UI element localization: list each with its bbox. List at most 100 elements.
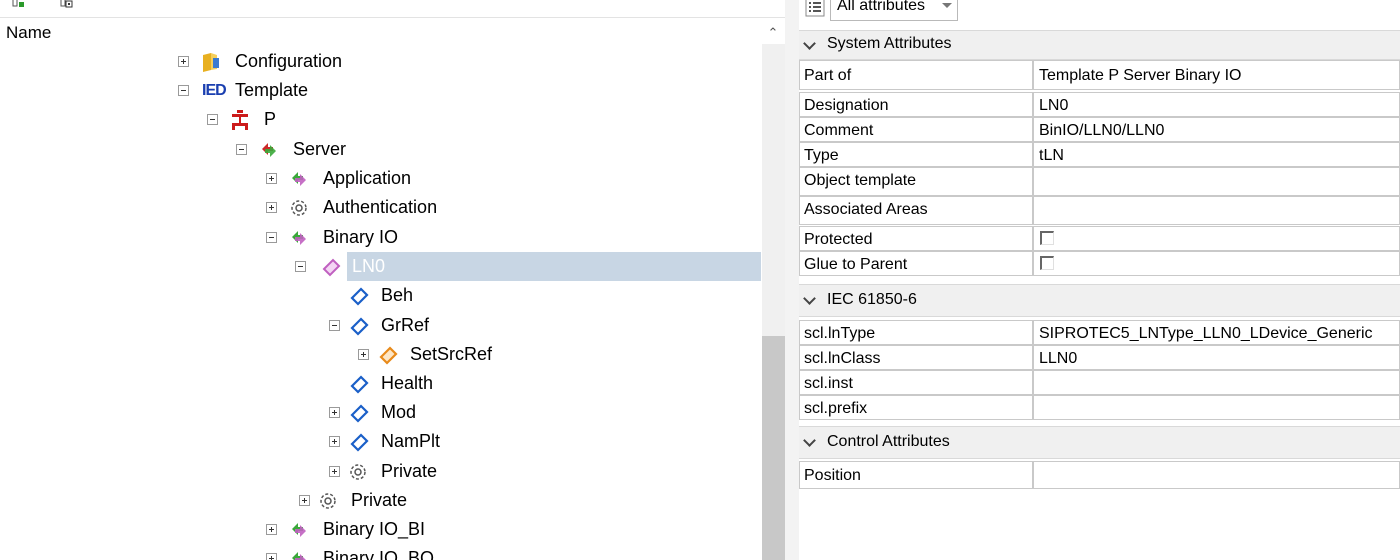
tree-node-beh[interactable]: Beh	[325, 281, 575, 310]
vertical-scrollbar-thumb[interactable]	[762, 336, 785, 560]
tree-node-setsrcref[interactable]: SetSrcRef	[354, 340, 604, 369]
tree-node-ln0[interactable]: LN0	[295, 252, 761, 281]
tree-node-binary-io-bi[interactable]: Binary IO_BI	[266, 515, 516, 544]
logical-device-icon	[292, 523, 306, 537]
tree-node-label: Health	[381, 373, 434, 393]
tree-node-mod[interactable]: Mod	[325, 398, 575, 427]
property-value-scl-inst[interactable]	[1033, 370, 1400, 395]
tree-node-namplt[interactable]: NamPlt	[325, 427, 575, 456]
tree-node-label: Binary IO_BI	[323, 519, 426, 539]
section-control-attributes[interactable]: Control Attributes	[799, 426, 1400, 459]
property-value-comment[interactable]: BinIO/LLN0/LLN0	[1033, 117, 1400, 142]
data-object-icon	[350, 375, 369, 394]
attribute-filter-value: All attributes	[837, 0, 926, 14]
collapse-toggle[interactable]	[207, 114, 218, 125]
property-value-scl-lnclass[interactable]: LLN0	[1033, 345, 1400, 370]
expand-toggle[interactable]	[299, 495, 310, 506]
server-icon	[262, 143, 276, 157]
data-object-icon	[350, 287, 369, 306]
chevron-down-icon	[803, 434, 816, 447]
property-key: Part of	[799, 60, 1033, 90]
property-value-scl-lntype[interactable]: SIPROTEC5_LNType_LLN0_LDevice_Generic	[1033, 320, 1400, 345]
collapse-toggle[interactable]	[329, 320, 340, 331]
property-value-position[interactable]	[1033, 461, 1400, 489]
property-value-type[interactable]: tLN	[1033, 142, 1400, 167]
section-system-attributes[interactable]: System Attributes	[799, 30, 1400, 60]
tree-node-label: Authentication	[323, 197, 438, 217]
section-title: IEC 61850-6	[827, 291, 917, 308]
tree-node-private-binary-io[interactable]: Private	[295, 486, 545, 515]
tree-node-authentication[interactable]: Authentication	[266, 193, 516, 222]
tree-node-binary-io-bo[interactable]: Binary IO_BO	[266, 544, 516, 560]
data-object-icon	[350, 317, 369, 336]
property-value-scl-prefix[interactable]	[1033, 395, 1400, 420]
tree-node-label: SetSrcRef	[410, 344, 493, 364]
selection-highlight	[347, 252, 761, 281]
property-value-protected	[1033, 226, 1400, 251]
property-value-object-template[interactable]	[1033, 167, 1400, 196]
property-key: Associated Areas	[799, 196, 1033, 225]
expand-toggle[interactable]	[266, 553, 277, 560]
tree-node-label: Private	[381, 461, 438, 481]
tree-node-server[interactable]: Server	[236, 135, 486, 164]
property-key: scl.prefix	[799, 395, 1033, 420]
tree-node-label: Binary IO_BO	[323, 548, 435, 560]
logical-device-icon	[292, 231, 306, 245]
tree-node-private-ln0[interactable]: Private	[325, 457, 575, 486]
property-key: scl.lnType	[799, 320, 1033, 345]
property-key: Object template	[799, 167, 1033, 196]
collapse-toggle[interactable]	[295, 261, 306, 272]
chevron-down-icon	[942, 3, 952, 8]
logical-device-icon	[292, 172, 306, 186]
attribute-filter-dropdown[interactable]: All attributes	[830, 0, 958, 21]
tree-node-template[interactable]: IED Template	[178, 76, 478, 105]
expand-toggle[interactable]	[358, 349, 369, 360]
project-tree-pane: Name ⌃ Configuration IED Template P Serv…	[0, 0, 785, 560]
property-value-part-of[interactable]: Template P Server Binary IO	[1033, 60, 1400, 90]
protected-checkbox[interactable]	[1040, 231, 1054, 245]
property-key: scl.inst	[799, 370, 1033, 395]
tree-node-label: Private	[351, 490, 408, 510]
property-value-associated-areas[interactable]	[1033, 196, 1400, 225]
tree-node-application[interactable]: Application	[266, 164, 516, 193]
collapse-all-icon[interactable]	[60, 0, 74, 8]
tree-node-health[interactable]: Health	[325, 369, 575, 398]
property-key: Comment	[799, 117, 1033, 142]
expand-toggle[interactable]	[178, 56, 189, 67]
tree-node-label: Mod	[381, 402, 417, 422]
tree-node-label: Application	[323, 168, 412, 188]
chevron-down-icon	[803, 292, 816, 305]
property-value-designation[interactable]: LN0	[1033, 92, 1400, 117]
collapse-toggle[interactable]	[178, 85, 189, 96]
tree-node-p[interactable]: P	[207, 105, 407, 134]
expand-toggle[interactable]	[266, 524, 277, 535]
glue-to-parent-checkbox[interactable]	[1040, 256, 1054, 270]
property-value-glue-to-parent	[1033, 251, 1400, 276]
expand-toggle[interactable]	[266, 173, 277, 184]
collapse-toggle[interactable]	[236, 144, 247, 155]
collapse-toggle[interactable]	[266, 232, 277, 243]
pane-splitter[interactable]	[785, 0, 799, 560]
expand-toggle[interactable]	[329, 407, 340, 418]
separator-icon	[36, 0, 50, 8]
logical-node-icon	[322, 258, 341, 277]
expand-all-icon[interactable]	[12, 0, 26, 8]
gear-icon	[291, 200, 307, 216]
tree-node-label: Binary IO	[323, 227, 399, 247]
expand-toggle[interactable]	[266, 202, 277, 213]
expand-toggle[interactable]	[329, 436, 340, 447]
scroll-up-button[interactable]: ⌃	[762, 22, 784, 44]
tree-node-label: Template	[235, 80, 309, 100]
tree-node-configuration[interactable]: Configuration	[178, 47, 478, 76]
property-key: Protected	[799, 226, 1033, 251]
chevron-down-icon	[803, 37, 816, 50]
name-column-header[interactable]: Name	[6, 23, 51, 43]
tree-node-binary-io[interactable]: Binary IO	[266, 223, 516, 252]
property-key: Type	[799, 142, 1033, 167]
list-view-icon[interactable]	[805, 0, 825, 17]
tree-node-grref[interactable]: GrRef	[325, 311, 575, 340]
expand-toggle[interactable]	[329, 466, 340, 477]
logical-device-icon	[292, 552, 306, 560]
tree-node-label: Server	[293, 139, 347, 159]
section-iec-61850-6[interactable]: IEC 61850-6	[799, 284, 1400, 317]
